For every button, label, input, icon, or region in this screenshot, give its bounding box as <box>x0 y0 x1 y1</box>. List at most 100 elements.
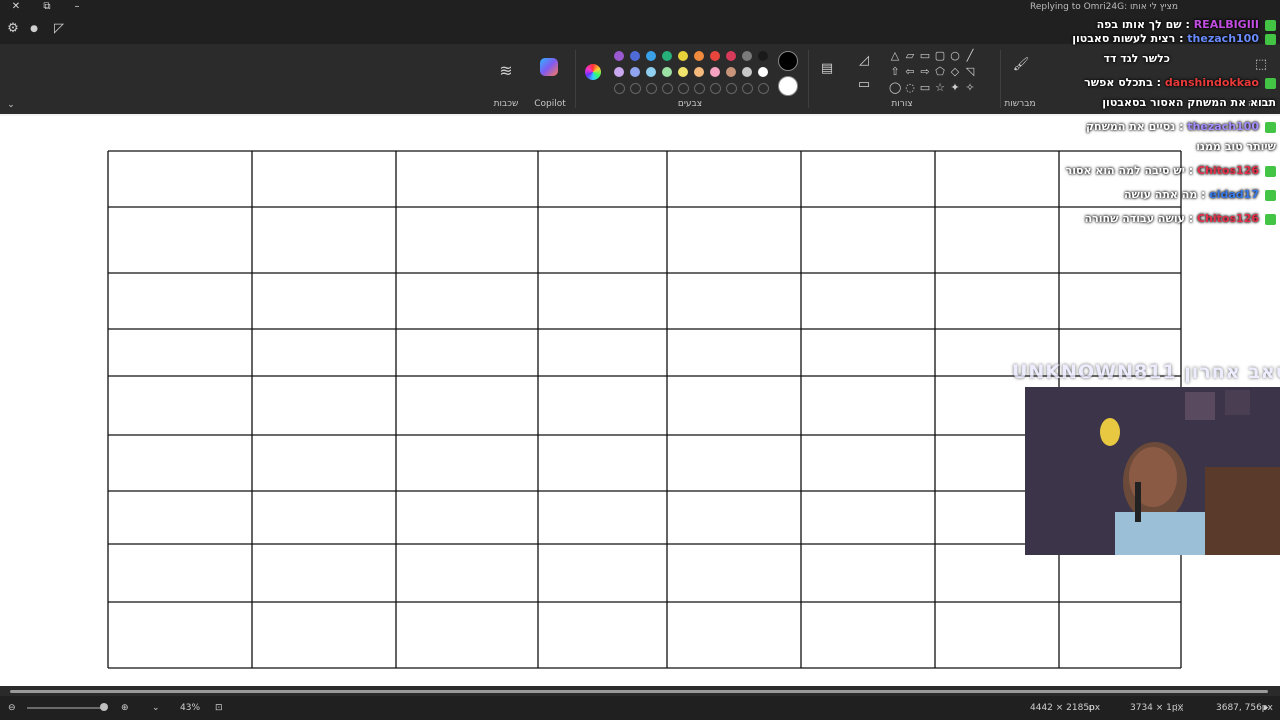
layers-icon[interactable]: ≋ <box>497 62 515 80</box>
last-sub-label: סאב אחרון <box>1184 361 1280 383</box>
color-wheel-icon[interactable] <box>585 64 601 80</box>
outline-icon[interactable]: ▤ <box>818 60 836 78</box>
badge-icon <box>1265 189 1276 201</box>
shape-icon[interactable]: ○ <box>949 50 961 62</box>
chevron-down-icon[interactable]: ⌄ <box>152 696 160 720</box>
color-swatch[interactable] <box>614 51 624 61</box>
color-swatch[interactable] <box>662 51 672 61</box>
color-swatch[interactable] <box>694 51 704 61</box>
badge-icon <box>1265 33 1276 45</box>
shape-icon[interactable]: ◹ <box>964 66 976 78</box>
alert-icon[interactable]: ● <box>25 20 43 38</box>
chat-username: eldad17 <box>1209 188 1259 201</box>
zoom-slider[interactable] <box>27 707 107 709</box>
restore-icon[interactable]: ⧉ <box>37 0 57 14</box>
shape-icon[interactable]: ▱ <box>904 50 916 62</box>
border-icon[interactable]: ▭ <box>855 76 873 94</box>
custom-color-slot[interactable] <box>742 83 753 94</box>
fit-to-window-icon[interactable]: ⊡ <box>215 696 223 720</box>
chat-username: danshindokkao <box>1164 76 1259 89</box>
chat-message: מה אתה עושה : eldad17 <box>1124 186 1276 204</box>
custom-color-slot[interactable] <box>710 83 721 94</box>
shape-icon[interactable]: ⇦ <box>904 66 916 78</box>
shape-icon[interactable]: △ <box>889 50 901 62</box>
stream-chat-overlay: כלשר לגד דד שם לך אותו בפה : REALBIGIII רצ… <box>1028 0 1280 232</box>
chat-message-text: מה אתה עושה : <box>1123 188 1210 201</box>
divider <box>808 50 809 108</box>
shape-icon[interactable]: ⬠ <box>934 66 946 78</box>
shape-icon[interactable]: ✧ <box>964 82 976 94</box>
color-swatch[interactable] <box>678 51 688 61</box>
scrollbar-thumb[interactable] <box>10 690 1268 693</box>
chat-message: יש סיבה למה הוא אסור : Chitos126 <box>1066 162 1276 180</box>
secondary-color[interactable] <box>778 76 798 96</box>
divider <box>575 50 576 108</box>
color-swatch[interactable] <box>614 67 624 77</box>
color-swatch[interactable] <box>726 51 736 61</box>
shape-icon[interactable]: ▭ <box>919 50 931 62</box>
colors-label: צבעים <box>677 99 703 109</box>
chat-message-text: שיותר טוב ממנו <box>1196 140 1276 153</box>
color-swatch[interactable] <box>742 67 752 77</box>
custom-color-slot[interactable] <box>726 83 737 94</box>
shape-icon[interactable]: ╱ <box>964 50 976 62</box>
cursor-icon: ▸ <box>1264 703 1269 713</box>
color-swatch[interactable] <box>694 67 704 77</box>
custom-color-slot[interactable] <box>758 83 769 94</box>
badge-icon <box>1265 19 1276 31</box>
chevron-down-icon[interactable]: ⌄ <box>2 96 20 114</box>
custom-color-slot[interactable] <box>630 83 641 94</box>
custom-color-slot[interactable] <box>678 83 689 94</box>
custom-color-slot[interactable] <box>614 83 625 94</box>
zoom-out-icon[interactable]: ⊖ <box>8 696 16 720</box>
chat-message-text: בתכלס אפשר : <box>1084 76 1165 89</box>
shape-icon[interactable]: ⇨ <box>919 66 931 78</box>
shape-icon[interactable]: ◯ <box>889 82 901 94</box>
color-swatch[interactable] <box>630 51 640 61</box>
shape-icon[interactable]: ✦ <box>949 82 961 94</box>
custom-color-slot[interactable] <box>694 83 705 94</box>
primary-color[interactable] <box>778 51 798 71</box>
shape-icon[interactable]: ◌ <box>904 82 916 94</box>
chat-username: Chitos126 <box>1197 164 1259 177</box>
badge-icon <box>1265 77 1276 89</box>
shape-icon[interactable]: ☆ <box>934 82 946 94</box>
color-swatch[interactable] <box>662 67 672 77</box>
webcam-feed <box>1025 387 1280 555</box>
color-swatch[interactable] <box>646 67 656 77</box>
color-swatch[interactable] <box>758 51 768 61</box>
horizontal-scrollbar[interactable] <box>0 686 1280 696</box>
zoom-level: 43% <box>180 703 201 713</box>
shape-icon[interactable]: ◇ <box>949 66 961 78</box>
zoom-slider-thumb[interactable] <box>100 703 108 711</box>
custom-color-slot[interactable] <box>662 83 673 94</box>
badge-icon <box>1265 165 1276 177</box>
close-icon[interactable]: ✕ <box>6 0 26 14</box>
megaphone-icon[interactable]: ◸ <box>50 20 68 38</box>
copilot-icon[interactable] <box>540 58 558 76</box>
zoom-in-icon[interactable]: ⊕ <box>121 696 129 720</box>
color-swatch[interactable] <box>710 51 720 61</box>
chat-username: Chitos126 <box>1197 212 1259 225</box>
fill-icon[interactable]: ◿ <box>855 52 873 70</box>
color-swatch[interactable] <box>710 67 720 77</box>
color-swatch[interactable] <box>646 51 656 61</box>
copilot-label: Copilot <box>534 99 566 109</box>
color-swatch[interactable] <box>678 67 688 77</box>
chat-message: עושה עבודה שחורה : Chitos126 <box>1085 210 1276 228</box>
shape-icon[interactable]: ⇧ <box>889 66 901 78</box>
last-sub-user: UNKNOWN811 <box>1012 361 1177 383</box>
custom-color-slot[interactable] <box>646 83 657 94</box>
shape-icon[interactable]: ▭ <box>919 82 931 94</box>
chat-message: תבוא את המשחק האסור בסאבטון <box>1102 94 1276 112</box>
canvas-size-icon: ▫ <box>1088 703 1095 713</box>
shape-icon[interactable]: ▢ <box>934 50 946 62</box>
color-swatch[interactable] <box>758 67 768 77</box>
gear-icon[interactable]: ⚙ <box>4 20 22 38</box>
color-swatch[interactable] <box>726 67 736 77</box>
minimize-icon[interactable]: – <box>67 0 87 14</box>
chat-message: רצית לעשות סאבטון : thezach100 <box>1072 30 1276 48</box>
color-swatch[interactable] <box>630 67 640 77</box>
color-swatch[interactable] <box>742 51 752 61</box>
chat-message-text: נסיים את המשחק : <box>1085 120 1188 133</box>
